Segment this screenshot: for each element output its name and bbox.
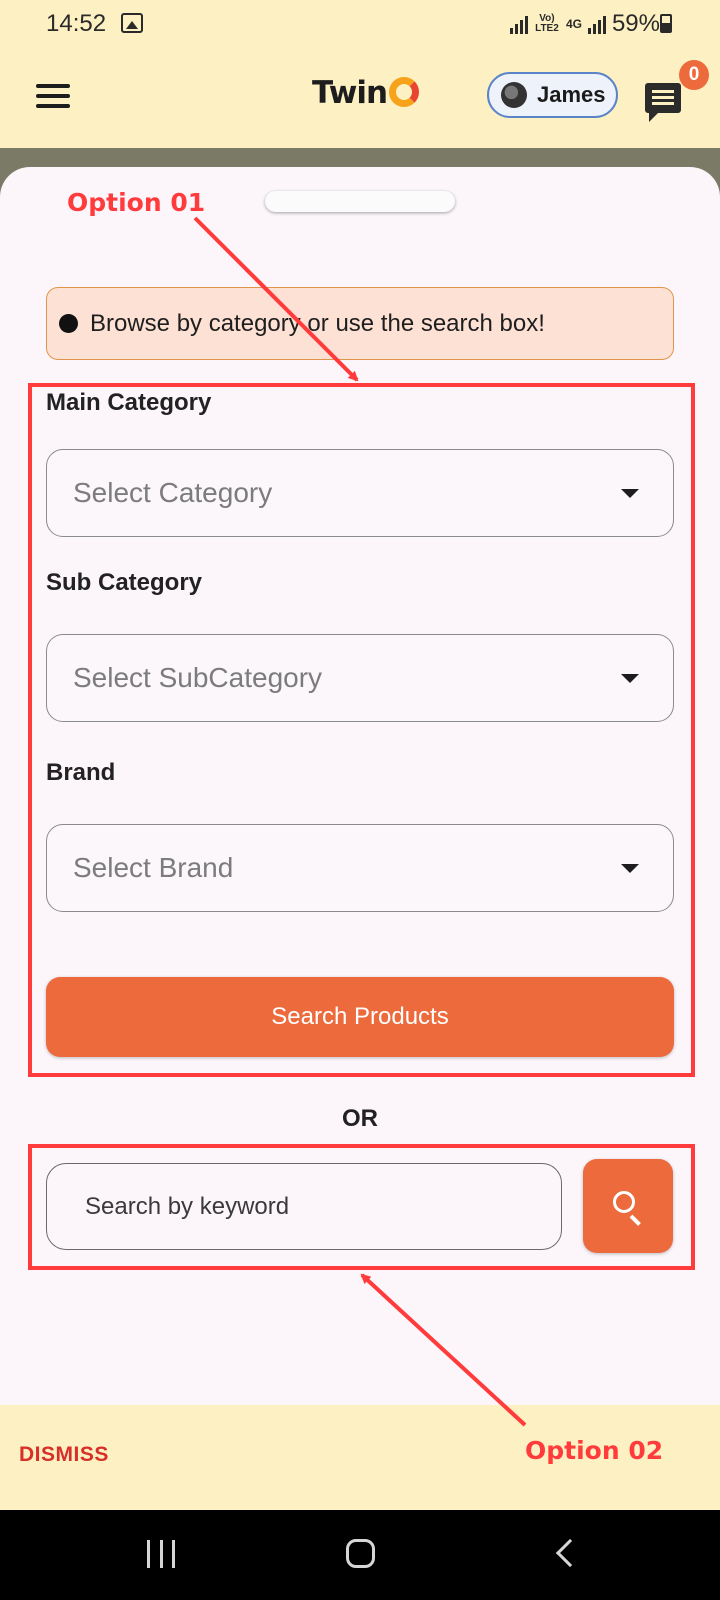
sub-category-placeholder: Select SubCategory: [73, 662, 323, 693]
dismiss-button[interactable]: DISMISS: [19, 1443, 109, 1467]
logo-text: Twin: [312, 75, 388, 111]
system-navigation-bar: [0, 1510, 720, 1600]
notification-badge: 0: [679, 60, 709, 90]
main-category-label: Main Category: [46, 389, 212, 416]
dropdown-arrow-icon: [621, 674, 639, 683]
bottom-sheet: Browse by category or use the search box…: [0, 167, 720, 1405]
search-icon-handle: [629, 1214, 641, 1226]
keyword-placeholder: Search by keyword: [85, 1192, 290, 1220]
or-separator: OR: [342, 1105, 378, 1132]
main-category-dropdown[interactable]: Select Category: [46, 449, 674, 537]
bullet-icon: [59, 314, 78, 333]
image-notification-icon: [121, 13, 143, 33]
status-time: 14:52: [46, 10, 107, 37]
dropdown-arrow-icon: [621, 489, 639, 498]
app-bar: Twin James 0: [0, 50, 720, 148]
sub-category-dropdown[interactable]: Select SubCategory: [46, 634, 674, 722]
drag-handle[interactable]: [265, 191, 455, 212]
notice-text: Browse by category or use the search box…: [90, 309, 545, 337]
keyword-search-input[interactable]: Search by keyword: [46, 1163, 562, 1250]
hamburger-menu-icon[interactable]: [36, 84, 70, 110]
volte-label: Vo) LTE2: [535, 13, 559, 34]
battery-percentage: 59%: [611, 10, 660, 37]
brand-placeholder: Select Brand: [73, 852, 234, 883]
user-name: James: [537, 82, 606, 107]
dropdown-arrow-icon: [621, 864, 639, 873]
signal-icon-2: [587, 14, 606, 34]
option1-label: Option 01: [67, 188, 206, 217]
brand-label: Brand: [46, 759, 116, 786]
user-chip[interactable]: James: [487, 72, 618, 118]
network-type-label: 4G: [565, 17, 582, 31]
keyword-search-button[interactable]: [583, 1159, 673, 1253]
option2-label: Option 02: [525, 1436, 664, 1465]
chat-icon[interactable]: [645, 83, 681, 122]
brand-dropdown[interactable]: Select Brand: [46, 824, 674, 912]
status-indicators: Vo) LTE2 4G 59%: [509, 10, 660, 38]
signal-icon: [509, 14, 528, 34]
logo-mark-icon: [389, 77, 420, 107]
app-logo: Twin: [312, 75, 420, 111]
sub-category-label: Sub Category: [46, 569, 203, 596]
home-icon[interactable]: [346, 1539, 375, 1568]
search-icon: [613, 1191, 635, 1213]
info-notice: Browse by category or use the search box…: [46, 287, 674, 360]
search-products-button[interactable]: Search Products: [46, 977, 674, 1057]
back-icon[interactable]: [555, 1538, 585, 1568]
battery-icon: [660, 14, 672, 33]
avatar: [501, 82, 527, 108]
recents-icon[interactable]: [147, 1540, 175, 1568]
status-bar: 14:52 Vo) LTE2 4G 59%: [0, 0, 720, 50]
main-category-placeholder: Select Category: [73, 477, 273, 508]
